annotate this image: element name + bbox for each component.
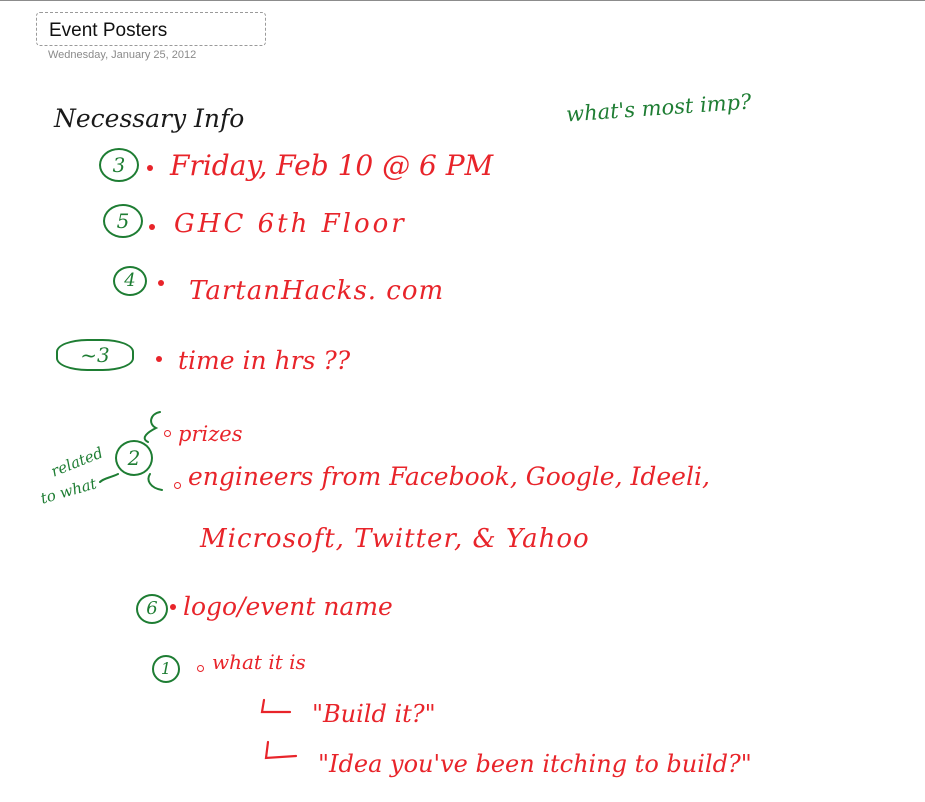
item-prizes: prizes <box>178 422 243 446</box>
item-website: TartanHacks. com <box>189 276 445 306</box>
bullet-dot <box>149 224 155 230</box>
bullet-dot <box>164 430 171 437</box>
side-note-line1: related <box>48 443 106 481</box>
bullet-dot <box>156 356 162 362</box>
page-title-box[interactable]: Event Posters <box>36 12 266 46</box>
window-top-border <box>0 0 925 1</box>
item-engineers-line2: Microsoft, Twitter, & Yahoo <box>200 524 590 554</box>
notes-question: what's most imp? <box>565 89 753 127</box>
bullet-dot <box>147 165 153 171</box>
item-engineers-line1: engineers from Facebook, Google, Ideeli, <box>188 462 710 491</box>
bullet-dot <box>158 280 164 286</box>
item-date-time: Friday, Feb 10 @ 6 PM <box>170 149 494 182</box>
rank-circle: ~3 <box>56 339 134 371</box>
page-title[interactable]: Event Posters <box>49 20 167 42</box>
item-logo: logo/event name <box>183 592 393 621</box>
item-location: GHC 6th Floor <box>174 209 407 239</box>
sub-item-hook-1 <box>260 698 292 714</box>
rank-circle: 2 <box>115 440 153 476</box>
rank-circle: 5 <box>103 204 143 238</box>
item-duration: time in hrs ?? <box>178 346 351 375</box>
notes-heading: Necessary Info <box>54 104 245 133</box>
rank-circle: 4 <box>113 266 147 296</box>
item-what-it-is: what it is <box>212 650 306 674</box>
sub-item-hook-2 <box>264 740 298 760</box>
bullet-dot <box>174 482 181 489</box>
side-note-line2: to what <box>38 474 99 508</box>
bullet-dot <box>197 665 204 672</box>
page-date: Wednesday, January 25, 2012 <box>48 49 197 61</box>
rank-circle: 6 <box>136 594 168 624</box>
rank-circle: 1 <box>152 655 180 683</box>
sub-item-idea: "Idea you've been itching to build?" <box>318 750 752 778</box>
bullet-dot <box>170 604 176 610</box>
rank-circle: 3 <box>99 148 139 182</box>
sub-item-build-it: "Build it?" <box>312 700 436 728</box>
